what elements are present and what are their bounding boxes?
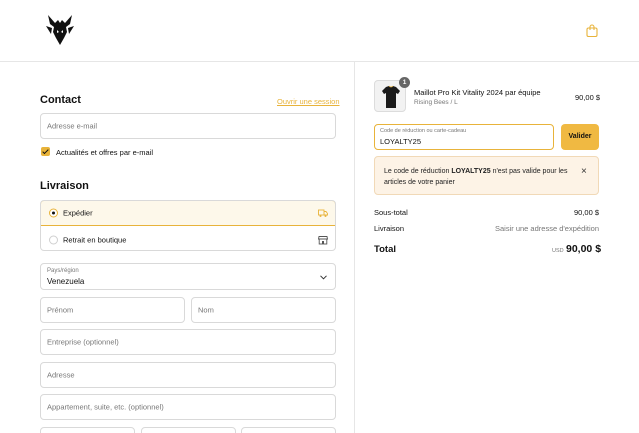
alert-message: Le code de réduction LOYALTY25 n'est pas… [384,166,574,188]
postal-code-field[interactable] [40,427,135,433]
ship-label: Expédier [63,208,93,218]
login-link[interactable]: Ouvrir une session [277,97,340,106]
country-select[interactable]: Pays/région Venezuela [40,263,336,290]
vitality-wasp-logo-icon[interactable] [46,14,74,46]
discount-code-field[interactable]: Code de réduction ou carte-cadeau LOYALT… [374,124,554,150]
contact-title: Contact [40,94,81,106]
subtotal-value: 90,00 $ [573,208,599,217]
product-variant: Rising Bees / L [414,99,458,106]
address-field[interactable]: Adresse [40,362,336,388]
alert-prefix: Le code de réduction [384,168,452,175]
first-name-field[interactable]: Prénom [40,297,185,323]
country-label: Pays/région [47,268,79,274]
chevron-down-icon [320,275,327,280]
pickup-radio[interactable] [49,235,58,244]
shipping-option-ship[interactable]: Expédier [41,201,335,226]
apply-discount-button[interactable]: Valider [561,124,599,150]
product-name: Maillot Pro Kit Vitality 2024 par équipe [414,88,541,97]
country-value: Venezuela [47,277,85,286]
email-field[interactable]: Adresse e-mail [40,113,336,139]
discount-value: LOYALTY25 [380,137,421,146]
shopping-bag-icon[interactable] [586,24,598,37]
company-placeholder: Entreprise (optionnel) [47,337,119,347]
newsletter-label: Actualités et offres par e-mail [56,148,153,157]
last-name-placeholder: Nom [198,305,214,315]
delivery-title: Livraison [40,180,89,192]
shipping-option-pickup[interactable]: Retrait en boutique [41,227,335,250]
apartment-placeholder: Appartement, suite, etc. (optionnel) [47,402,164,412]
last-name-field[interactable]: Nom [191,297,336,323]
pickup-label: Retrait en boutique [63,235,127,244]
product-price: 90,00 $ [575,93,601,102]
total-value: 90,00 $ [566,243,602,255]
address-placeholder: Adresse [47,370,75,380]
quantity-badge: 1 [399,77,410,88]
close-icon[interactable]: × [581,166,587,177]
apartment-field[interactable]: Appartement, suite, etc. (optionnel) [40,394,336,420]
state-field[interactable] [241,427,336,433]
total-currency: USD [552,248,564,254]
newsletter-checkbox[interactable] [41,147,50,156]
shipping-value: Saisir une adresse d'expédition [495,224,599,233]
ship-radio[interactable] [49,208,58,218]
header [0,0,639,62]
discount-label: Code de réduction ou carte-cadeau [380,128,467,134]
company-field[interactable]: Entreprise (optionnel) [40,329,336,355]
subtotal-label: Sous-total [374,208,408,217]
first-name-placeholder: Prénom [47,305,74,315]
truck-icon [318,209,328,217]
total-label: Total [374,244,396,255]
discount-error-alert: Le code de réduction LOYALTY25 n'est pas… [374,156,599,195]
shipping-label: Livraison [374,224,405,233]
alert-code: LOYALTY25 [451,168,491,175]
store-icon [318,235,328,244]
city-field[interactable] [141,427,236,433]
email-placeholder: Adresse e-mail [47,121,98,131]
shipping-method-group: Expédier Retrait en boutique [40,200,336,251]
